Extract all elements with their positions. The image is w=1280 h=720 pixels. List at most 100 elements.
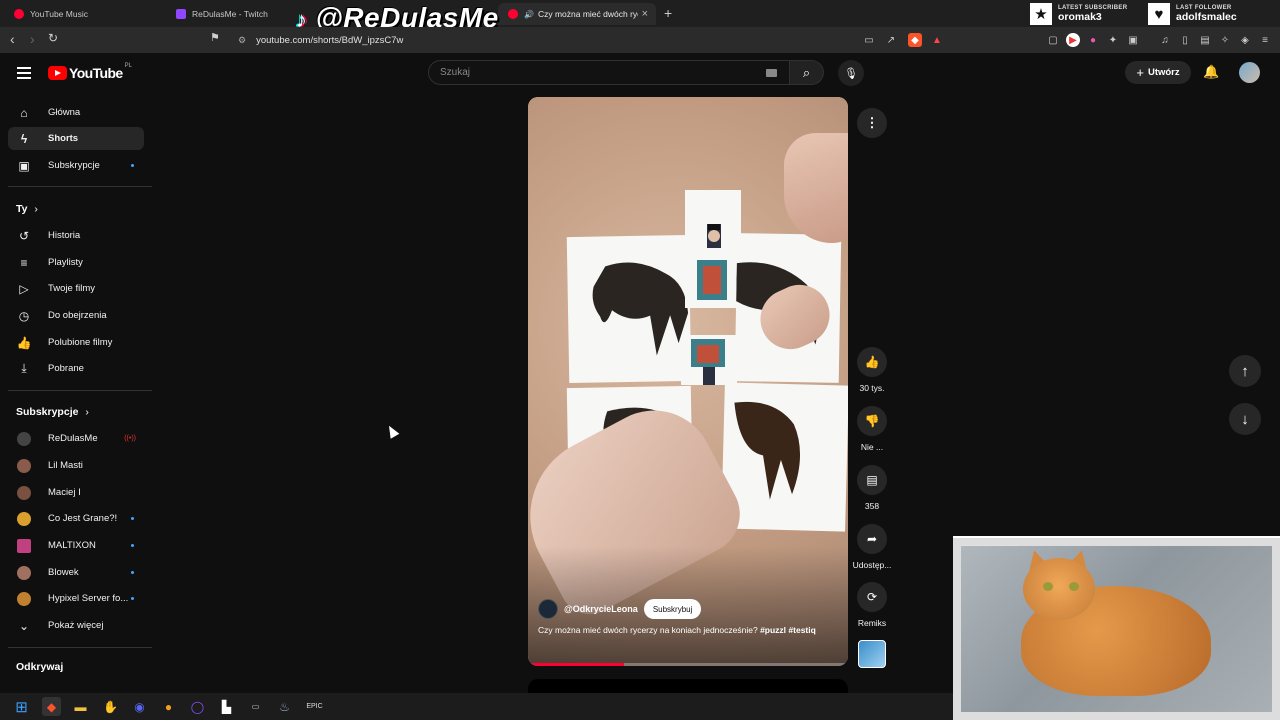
extension-icon[interactable]: ▢	[1046, 33, 1060, 47]
channel-avatar	[17, 431, 31, 446]
brave-shield-icon[interactable]: ◆	[908, 33, 922, 47]
menu-icon[interactable]: ≡	[1258, 33, 1272, 47]
channel-name[interactable]: @OdkrycieLeona	[564, 604, 638, 614]
leo-ai-icon[interactable]: ✧	[1218, 33, 1232, 47]
remix-button[interactable]: ⟳ Remiks	[848, 582, 896, 628]
sidebar-item-history[interactable]: ↺ Historia	[8, 224, 144, 247]
new-content-dot	[131, 571, 134, 574]
sidebar-item-subscriptions[interactable]: ▣ Subskrypcje	[8, 154, 144, 177]
steam-icon[interactable]: ♨	[275, 697, 294, 716]
tab-label: ReDulasMe - Twitch	[192, 9, 268, 19]
next-short-preview[interactable]	[528, 679, 848, 693]
sidebar-sub-maltixon[interactable]: MALTIXON	[8, 534, 144, 557]
sidebar-item-liked-videos[interactable]: 👍 Polubione filmy	[8, 331, 144, 354]
channel-avatar	[17, 591, 31, 606]
sidebar-item-downloads[interactable]: ⤓ Pobrane	[8, 357, 144, 380]
screenshot-icon[interactable]: ▣	[1126, 33, 1140, 47]
app-icon[interactable]: ▭	[246, 697, 265, 716]
hamburger-menu-icon[interactable]	[17, 67, 31, 82]
obs-icon[interactable]: ◯	[188, 697, 207, 716]
tab-youtube-short[interactable]: 🔊 Czy można mieć dwóch rycerzy ×	[498, 3, 656, 25]
sidebar-item-home[interactable]: ⌂ Główna	[8, 101, 144, 124]
discord-icon[interactable]: ◉	[130, 697, 149, 716]
sidebar-sub-lil-masti[interactable]: Lil Masti	[8, 454, 144, 477]
search-button[interactable]: ⌕	[790, 60, 824, 85]
sidebar-sub-blowek[interactable]: Blowek	[8, 561, 144, 584]
donkey-left-image	[592, 262, 689, 356]
sidebar-toggle-icon[interactable]: ▯	[1178, 33, 1192, 47]
sidebar-item-label: Główna	[48, 107, 81, 118]
shorts-video-player[interactable]: @OdkrycieLeona Subskrybuj Czy można mieć…	[528, 97, 848, 666]
account-avatar[interactable]	[1239, 62, 1260, 83]
keyboard-icon[interactable]	[766, 69, 777, 77]
sidebar-item-label: Maciej I	[48, 487, 81, 498]
sidebar-item-watch-later[interactable]: ◷ Do obejrzenia	[8, 304, 144, 327]
subscriptions-section-heading[interactable]: Subskrypcje ›	[16, 406, 89, 418]
explore-section-heading: Odkrywaj	[16, 661, 64, 673]
previous-short-button[interactable]: ↑	[1229, 355, 1261, 387]
comment-icon: ▤	[857, 465, 887, 495]
download-icon: ⤓	[21, 361, 27, 375]
bookmark-icon[interactable]: ⚑	[210, 31, 220, 44]
notion-icon[interactable]: ▙	[217, 697, 236, 716]
close-tab-icon[interactable]: ×	[642, 8, 648, 20]
notifications-bell-icon[interactable]: 🔔	[1203, 64, 1219, 80]
sidebar-item-label: Playlisty	[48, 257, 83, 268]
you-section-heading[interactable]: Ty ›	[16, 203, 38, 215]
video-progress-bar[interactable]	[528, 663, 848, 666]
create-button[interactable]: + Utwórz	[1125, 61, 1191, 84]
puzzle-icon[interactable]: ✦	[1106, 33, 1120, 47]
music-icon[interactable]: ♫	[1158, 33, 1172, 47]
comments-button[interactable]: ▤ 358	[848, 465, 896, 511]
share-icon[interactable]: ↗	[884, 33, 898, 47]
share-button[interactable]: ➦ Udostęp...	[848, 524, 896, 570]
youtube-ext-icon[interactable]: ▶	[1066, 33, 1080, 47]
dislike-button[interactable]: 👎 Nie ...	[848, 406, 896, 452]
subscribe-button[interactable]: Subskrybuj	[643, 599, 702, 619]
new-tab-button[interactable]: +	[664, 5, 672, 21]
search-input[interactable]: Szukaj	[428, 60, 790, 85]
brave-rewards-icon[interactable]: ▲	[930, 33, 944, 47]
brave-browser-icon[interactable]: ◆	[42, 697, 61, 716]
voice-search-button[interactable]: 🎙	[838, 60, 864, 86]
show-more-button[interactable]: ⌄ Pokaż więcej	[8, 614, 144, 637]
like-button[interactable]: 👍 30 tys.	[848, 347, 896, 393]
site-info-icon[interactable]: ⚙	[238, 35, 246, 46]
file-explorer-icon[interactable]: ▬	[71, 697, 90, 716]
more-options-icon[interactable]: ⋮	[857, 108, 887, 138]
playlists-icon: ≡	[20, 255, 28, 270]
extension-pink-icon[interactable]: ●	[1086, 33, 1100, 47]
sidebar-sub-hypixel[interactable]: Hypixel Server fo...	[8, 587, 144, 610]
latest-subscriber-widget: ★ LATEST SUBSCRIBER oromak3	[1030, 2, 1127, 26]
app-icon[interactable]: ✋	[101, 697, 120, 716]
hashtag-link[interactable]: #testiq	[788, 625, 815, 635]
sidebar-item-shorts[interactable]: ϟ Shorts	[8, 127, 144, 150]
thumbs-down-icon: 👎	[857, 406, 887, 436]
sound-thumbnail[interactable]	[858, 640, 886, 668]
wallet-icon[interactable]: ▤	[1198, 33, 1212, 47]
video-caption: Czy można mieć dwóch rycerzy na koniach …	[538, 624, 828, 637]
vpn-icon[interactable]: ◈	[1238, 33, 1252, 47]
channel-avatar[interactable]	[538, 599, 558, 619]
forward-icon[interactable]: ›	[30, 31, 35, 47]
hashtag-link[interactable]: #puzzl	[760, 625, 786, 635]
tab-youtube-music[interactable]: YouTube Music	[4, 3, 164, 25]
next-short-button[interactable]: ↓	[1229, 403, 1261, 435]
sidebar-sub-co-jest-grane[interactable]: Co Jest Grane?!	[8, 507, 144, 530]
youtube-logo[interactable]: YouTube PL	[48, 63, 132, 81]
sidebar-sub-redulasme[interactable]: ReDulasMe ((•))	[8, 427, 144, 450]
url-field[interactable]: ⚙ youtube.com/shorts/BdW_ipzsC7w	[238, 31, 958, 49]
sidebar-item-playlists[interactable]: ≡ Playlisty	[8, 251, 144, 274]
sidebar-item-label: Hypixel Server fo...	[48, 593, 129, 604]
cast-icon[interactable]: ▭	[862, 33, 876, 47]
epic-games-icon[interactable]: EPIC	[305, 697, 324, 716]
reload-icon[interactable]: ↻	[48, 31, 58, 45]
sidebar-sub-maciej-i[interactable]: Maciej I	[8, 481, 144, 504]
windows-start-icon[interactable]: ⊞	[12, 697, 31, 716]
webcam-overlay: ▰▰▰ ▰▰▰ ▰▰▰	[953, 536, 1280, 720]
chat-app-icon[interactable]: ●	[159, 697, 178, 716]
back-icon[interactable]: ‹	[10, 31, 15, 47]
youtube-icon	[508, 9, 518, 19]
sidebar-item-your-videos[interactable]: ▷ Twoje filmy	[8, 277, 144, 300]
tab-twitch[interactable]: ReDulasMe - Twitch	[166, 3, 296, 25]
